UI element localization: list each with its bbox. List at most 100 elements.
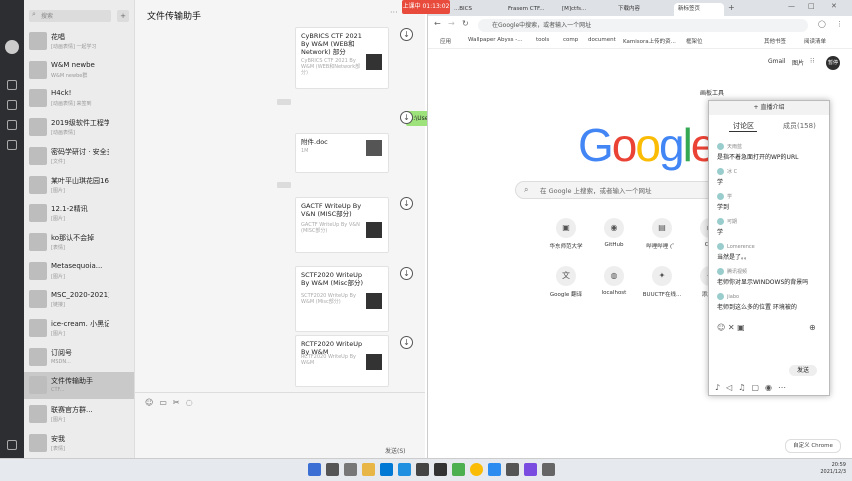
file-card[interactable]: RCTF2020 WriteUp By W&M RCTF2020 WriteUp… bbox=[295, 335, 389, 387]
contact-item[interactable]: 订阅号 MSDN... bbox=[24, 344, 134, 371]
menu-icon[interactable] bbox=[7, 440, 17, 450]
app-icon[interactable] bbox=[434, 463, 447, 476]
shortcut-tile[interactable]: 文 Google 翻译 bbox=[544, 266, 588, 302]
contact-item[interactable]: 文件传输助手 CTF... bbox=[24, 372, 134, 400]
download-icon[interactable]: ↓ bbox=[400, 111, 413, 124]
more-icon[interactable]: ··· bbox=[390, 8, 398, 17]
contact-item[interactable]: 2019级软件工程学院 [动画表情] bbox=[24, 114, 134, 141]
shortcut-tile[interactable]: ◍ localhost bbox=[592, 266, 636, 302]
tab-members[interactable]: 成员(158) bbox=[783, 121, 816, 131]
apps-icon[interactable]: ⁝⁝ bbox=[810, 57, 814, 65]
app-icon[interactable] bbox=[524, 463, 537, 476]
search-icon[interactable] bbox=[326, 463, 339, 476]
close-button[interactable]: ✕ bbox=[831, 2, 837, 10]
browser-tab[interactable]: ...BICS bbox=[454, 3, 504, 16]
chat-icon[interactable] bbox=[7, 80, 17, 90]
customize-chrome-button[interactable]: 自定义 Chrome bbox=[785, 439, 841, 453]
download-icon[interactable]: ↓ bbox=[400, 267, 413, 280]
edge-icon[interactable] bbox=[380, 463, 393, 476]
forward-icon[interactable]: → bbox=[448, 19, 455, 28]
contact-item[interactable]: H4ck! [动画表情] 来签到 bbox=[24, 85, 134, 112]
contact-item[interactable]: 安我 [表情] bbox=[24, 430, 134, 457]
music-icon[interactable]: ♫ bbox=[738, 383, 745, 392]
shortcut-tile[interactable]: ▤ 哔哩哔哩 (゜ bbox=[640, 218, 684, 254]
contact-item[interactable]: ice-cream. 小黑记账、东... [图片] bbox=[24, 315, 134, 342]
explorer-icon[interactable] bbox=[362, 463, 375, 476]
add-button[interactable]: + bbox=[117, 10, 129, 22]
bookmark[interactable]: Kamisora上传的资... bbox=[623, 37, 676, 45]
shortcut-tile[interactable]: ▣ 华东师范大学 bbox=[544, 218, 588, 254]
bookmark[interactable]: document bbox=[588, 37, 616, 43]
contact-item[interactable]: ko那认不会掉 [表情] bbox=[24, 229, 134, 256]
browser-tab[interactable]: 下载内容 bbox=[618, 3, 668, 16]
back-icon[interactable]: ← bbox=[434, 19, 441, 28]
taskview-icon[interactable] bbox=[344, 463, 357, 476]
app-icon[interactable] bbox=[542, 463, 555, 476]
contact-item[interactable]: MSC_2020-2021主席群 [链接] bbox=[24, 286, 134, 313]
images-link[interactable]: 图片 bbox=[792, 58, 804, 67]
folder-icon[interactable] bbox=[7, 140, 17, 150]
emoji-icon[interactable]: ☺ bbox=[145, 398, 153, 407]
contact-item[interactable]: 某叶平山琪花园16-... [图片] bbox=[24, 172, 134, 199]
chrome-icon[interactable] bbox=[470, 463, 483, 476]
new-tab-button[interactable]: + bbox=[728, 3, 735, 12]
store-icon[interactable] bbox=[398, 463, 411, 476]
smile-icon[interactable]: ☺ bbox=[717, 323, 725, 332]
bookmark[interactable]: 应用 bbox=[440, 37, 451, 45]
search-input[interactable]: ⌕ 搜索 bbox=[29, 10, 111, 22]
live-intro[interactable]: + 直播介绍 bbox=[709, 101, 829, 115]
maximize-button[interactable]: □ bbox=[808, 2, 815, 10]
file-card[interactable]: 附件.doc 1M bbox=[295, 133, 389, 173]
browser-tab[interactable]: [M]ctfs... bbox=[562, 3, 612, 16]
contact-item[interactable]: W&M newbe W&M newbe群 bbox=[24, 57, 134, 84]
bookmark[interactable]: 其他书签 bbox=[764, 37, 786, 45]
contact-item[interactable]: Metasequoia... [图片] bbox=[24, 258, 134, 285]
download-icon[interactable]: ↓ bbox=[400, 28, 413, 41]
send-button[interactable]: 发送 bbox=[789, 365, 817, 376]
avatar[interactable]: 暂停 bbox=[826, 56, 840, 70]
minimize-button[interactable]: — bbox=[788, 2, 795, 10]
bookmark[interactable]: comp bbox=[563, 37, 578, 43]
bookmark[interactable]: 框架位 bbox=[686, 37, 703, 45]
speaker-icon[interactable]: ◁ bbox=[726, 383, 732, 392]
qq-icon[interactable] bbox=[488, 463, 501, 476]
camera-icon[interactable]: ▢ bbox=[751, 383, 759, 392]
reload-icon[interactable]: ↻ bbox=[462, 19, 469, 28]
message-icon[interactable]: ◌ bbox=[186, 398, 193, 407]
bookmark[interactable]: 阅读清单 bbox=[804, 37, 826, 45]
contact-item[interactable]: 12.1-2精讯 [图片] bbox=[24, 200, 134, 227]
add-icon[interactable]: ⊕ bbox=[809, 323, 816, 332]
favorites-icon[interactable] bbox=[7, 120, 17, 130]
bookmark[interactable]: tools bbox=[536, 37, 549, 43]
download-icon[interactable]: ↓ bbox=[400, 336, 413, 349]
shortcut-tile[interactable]: ✦ BUUCTF在线... bbox=[640, 266, 684, 302]
app-icon[interactable] bbox=[506, 463, 519, 476]
terminal-icon[interactable] bbox=[416, 463, 429, 476]
browser-tab[interactable]: Frasem CTF... bbox=[508, 3, 556, 16]
contact-item[interactable]: 花唱 [动画表情] 一起学习 bbox=[24, 28, 134, 55]
menu-icon[interactable]: ⋮ bbox=[836, 20, 843, 28]
start-icon[interactable] bbox=[308, 463, 321, 476]
contact-item[interactable]: 联赛官方群... [图片] bbox=[24, 401, 134, 428]
profile-icon[interactable]: ◯ bbox=[818, 20, 826, 28]
gmail-link[interactable]: Gmail bbox=[768, 58, 786, 65]
shortcut-tile[interactable]: ◉ GitHub bbox=[592, 218, 636, 254]
image-icon[interactable]: ▣ bbox=[737, 323, 745, 332]
send-button[interactable]: 发送(S) bbox=[385, 446, 406, 455]
omnibox[interactable]: 在Google中搜索，或者输入一个网址 bbox=[478, 19, 808, 32]
contact-item[interactable]: 密码学研讨 · 安全多方 [文件] bbox=[24, 143, 134, 170]
bookmark[interactable]: Wallpaper Abyss -... bbox=[468, 37, 522, 43]
browser-tab-active[interactable]: 新标签页 bbox=[674, 3, 724, 16]
folder-icon[interactable]: ▭ bbox=[159, 398, 167, 407]
wechat-icon[interactable] bbox=[452, 463, 465, 476]
file-card[interactable]: SCTF2020 WriteUp By W&M (Misc部分) SCTF202… bbox=[295, 266, 389, 332]
download-icon[interactable]: ↓ bbox=[400, 197, 413, 210]
tab-discussion[interactable]: 讨论区 bbox=[733, 121, 754, 131]
more-icon[interactable]: ⋯ bbox=[778, 383, 786, 392]
file-card[interactable]: CyBRICS CTF 2021 By W&M (WEB和Network) 部分… bbox=[295, 27, 389, 89]
contacts-icon[interactable] bbox=[7, 100, 17, 110]
location-icon[interactable]: ◉ bbox=[765, 383, 772, 392]
scissors-icon[interactable]: ✂ bbox=[173, 398, 180, 407]
file-card[interactable]: GACTF WriteUp By V&N (MISC部分) GACTF Writ… bbox=[295, 197, 389, 253]
mic-icon[interactable]: ♪ bbox=[715, 383, 720, 392]
